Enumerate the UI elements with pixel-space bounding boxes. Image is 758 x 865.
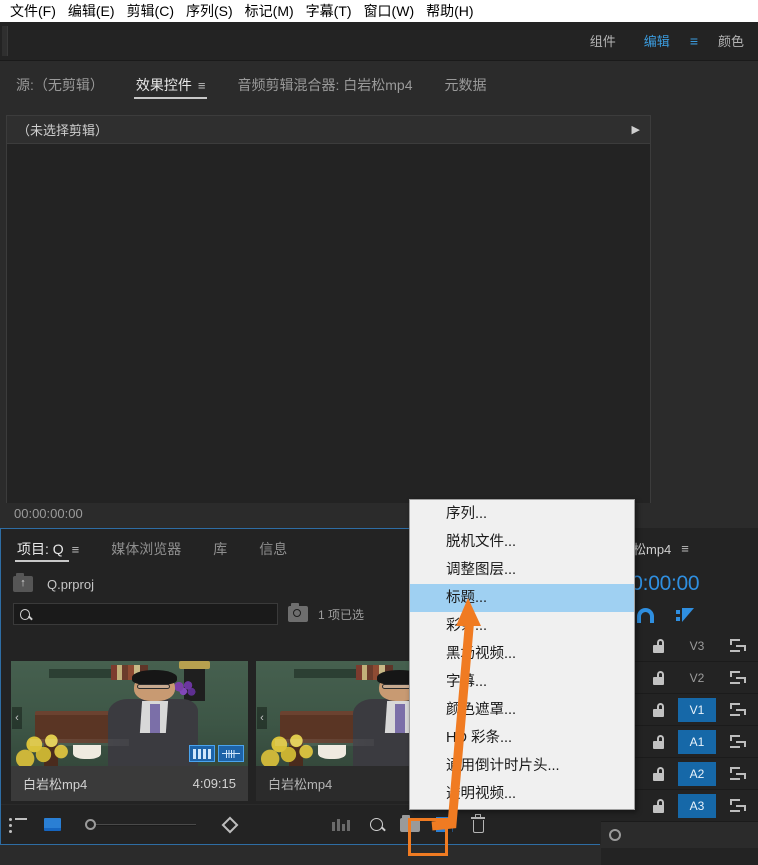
project-footer-toolbar bbox=[1, 804, 601, 844]
context-menu-item-captions[interactable]: 字幕... bbox=[410, 668, 634, 696]
tab-source[interactable]: 源:（无剪辑） bbox=[0, 61, 120, 109]
find-icon[interactable] bbox=[288, 606, 308, 622]
tab-media-browser[interactable]: 媒体浏览器 bbox=[95, 529, 197, 569]
context-menu-item-offline-file[interactable]: 脱机文件... bbox=[410, 528, 634, 556]
clip-name: 白岩松mp4 bbox=[268, 774, 332, 793]
panel-menu-icon[interactable]: ≡ bbox=[198, 78, 206, 93]
sync-lock-icon[interactable] bbox=[730, 799, 746, 813]
sync-lock-icon[interactable] bbox=[730, 735, 746, 749]
selection-count-label: 1 项已选 bbox=[318, 606, 364, 623]
track-name-a1[interactable]: A1 bbox=[678, 730, 716, 754]
context-menu-item-black-video[interactable]: 黑场视频... bbox=[410, 640, 634, 668]
tab-libraries[interactable]: 库 bbox=[197, 529, 243, 569]
sort-icon[interactable] bbox=[213, 810, 247, 840]
sync-lock-icon[interactable] bbox=[730, 639, 746, 653]
video-badge-icon[interactable] bbox=[189, 745, 215, 762]
sync-lock-icon[interactable] bbox=[730, 671, 746, 685]
sync-lock-icon[interactable] bbox=[730, 767, 746, 781]
tab-metadata[interactable]: 元数据 bbox=[429, 61, 503, 109]
track-name-a3[interactable]: A3 bbox=[678, 794, 716, 818]
clip-thumbnail[interactable]: ‹ bbox=[11, 661, 248, 766]
tab-audio-clip-mixer[interactable]: 音频剪辑混合器: 白岩松mp4 bbox=[221, 61, 428, 109]
lock-icon[interactable] bbox=[653, 767, 664, 781]
chevron-right-icon[interactable]: ▶ bbox=[632, 123, 640, 136]
search-icon bbox=[20, 609, 30, 620]
workspace-tab-editing[interactable]: 编辑 bbox=[630, 22, 684, 61]
zoom-slider-knob[interactable] bbox=[85, 819, 96, 830]
context-menu-item-hd-bars[interactable]: HD 彩条... bbox=[410, 724, 634, 752]
search-box[interactable] bbox=[13, 603, 278, 625]
delete-icon[interactable] bbox=[461, 810, 495, 840]
list-view-icon[interactable] bbox=[1, 810, 35, 840]
lock-icon[interactable] bbox=[653, 735, 664, 749]
clip-duration: 4:09:15 bbox=[193, 776, 236, 791]
context-menu-item-adjustment-layer[interactable]: 调整图层... bbox=[410, 556, 634, 584]
zoom-slider[interactable] bbox=[75, 810, 205, 840]
menu-item-sequence[interactable]: 序列(S) bbox=[180, 0, 239, 22]
context-menu-item-sequence[interactable]: 序列... bbox=[410, 500, 634, 528]
timeline-panel-menu-icon[interactable]: ≡ bbox=[681, 541, 689, 556]
lock-icon[interactable] bbox=[653, 799, 664, 813]
effect-controls-panel: （未选择剪辑） ▶ bbox=[6, 115, 651, 505]
menu-item-title[interactable]: 字幕(T) bbox=[300, 0, 358, 22]
workspace-menu-icon[interactable]: ≡ bbox=[684, 22, 704, 61]
new-bin-icon[interactable] bbox=[393, 810, 427, 840]
snap-magnet-icon[interactable] bbox=[637, 608, 654, 623]
effect-controls-body bbox=[7, 144, 650, 504]
tab-effect-controls-label: 效果控件 bbox=[136, 77, 192, 93]
menu-item-clip[interactable]: 剪辑(C) bbox=[121, 0, 180, 22]
navigate-up-icon[interactable] bbox=[13, 576, 33, 592]
new-item-context-menu: 序列... 脱机文件... 调整图层... 标题... 彩条... 黑场视频..… bbox=[409, 499, 635, 810]
project-panel-menu-icon[interactable]: ≡ bbox=[72, 542, 80, 557]
icon-view-icon[interactable] bbox=[35, 810, 69, 840]
tab-effect-controls[interactable]: 效果控件 ≡ bbox=[120, 61, 222, 109]
context-menu-item-countdown[interactable]: 通用倒计时片头... bbox=[410, 752, 634, 780]
clip-name: 白岩松mp4 bbox=[23, 774, 87, 793]
context-menu-item-title[interactable]: 标题... bbox=[410, 584, 634, 612]
track-name-a2[interactable]: A2 bbox=[678, 762, 716, 786]
thumbnail-prev-icon[interactable]: ‹ bbox=[12, 707, 22, 729]
find-button-icon[interactable] bbox=[359, 810, 393, 840]
project-item-card[interactable]: ‹ 白岩松mp4 4:09:15 bbox=[11, 661, 248, 801]
workspace-tab-color[interactable]: 颜色 bbox=[704, 22, 758, 61]
context-menu-item-color-matte[interactable]: 颜色遮罩... bbox=[410, 696, 634, 724]
timeline-footer bbox=[601, 822, 758, 848]
thumbnail-badges bbox=[189, 745, 244, 762]
menu-item-help[interactable]: 帮助(H) bbox=[420, 0, 479, 22]
tab-project[interactable]: 项目: Q ≡ bbox=[1, 529, 95, 569]
new-item-icon[interactable] bbox=[427, 810, 461, 840]
audio-badge-icon[interactable] bbox=[218, 745, 244, 762]
lock-icon[interactable] bbox=[653, 671, 664, 685]
workspace-drag-handle[interactable] bbox=[2, 26, 8, 56]
context-menu-item-transparent-video[interactable]: 透明视频... bbox=[410, 780, 634, 808]
source-panel-tab-row: 源:（无剪辑） 效果控件 ≡ 音频剪辑混合器: 白岩松mp4 元数据 bbox=[0, 61, 758, 109]
freeform-view-icon[interactable] bbox=[325, 810, 359, 840]
effect-controls-header: （未选择剪辑） ▶ bbox=[7, 116, 650, 144]
effect-controls-clip-label: （未选择剪辑） bbox=[17, 120, 108, 139]
menu-item-file[interactable]: 文件(F) bbox=[4, 0, 62, 22]
zoom-slider-track[interactable] bbox=[96, 824, 196, 826]
tab-project-label: 项目: Q bbox=[17, 541, 64, 557]
track-name-v2[interactable]: V2 bbox=[678, 666, 716, 690]
context-menu-item-bars-and-tone[interactable]: 彩条... bbox=[410, 612, 634, 640]
tab-info[interactable]: 信息 bbox=[243, 529, 303, 569]
timeline-zoom-knob-icon[interactable] bbox=[609, 829, 621, 841]
track-name-v1[interactable]: V1 bbox=[678, 698, 716, 722]
track-name-v3[interactable]: V3 bbox=[678, 634, 716, 658]
thumbnail-prev-icon[interactable]: ‹ bbox=[257, 707, 267, 729]
lock-icon[interactable] bbox=[653, 639, 664, 653]
clip-label-row: 白岩松mp4 4:09:15 bbox=[11, 766, 248, 801]
menu-item-edit[interactable]: 编辑(E) bbox=[62, 0, 121, 22]
menu-bar: 文件(F) 编辑(E) 剪辑(C) 序列(S) 标记(M) 字幕(T) 窗口(W… bbox=[0, 0, 758, 22]
project-file-name: Q.prproj bbox=[47, 577, 94, 592]
lock-icon[interactable] bbox=[653, 703, 664, 717]
premiere-pro-window: 文件(F) 编辑(E) 剪辑(C) 序列(S) 标记(M) 字幕(T) 窗口(W… bbox=[0, 0, 758, 865]
linked-selection-icon[interactable] bbox=[676, 608, 694, 623]
sync-lock-icon[interactable] bbox=[730, 703, 746, 717]
workspace-tab-assembly[interactable]: 组件 bbox=[576, 22, 630, 61]
search-input[interactable] bbox=[36, 607, 277, 621]
workspace-bar: 组件 编辑 ≡ 颜色 bbox=[0, 22, 758, 61]
menu-item-marker[interactable]: 标记(M) bbox=[239, 0, 300, 22]
menu-item-window[interactable]: 窗口(W) bbox=[358, 0, 421, 22]
